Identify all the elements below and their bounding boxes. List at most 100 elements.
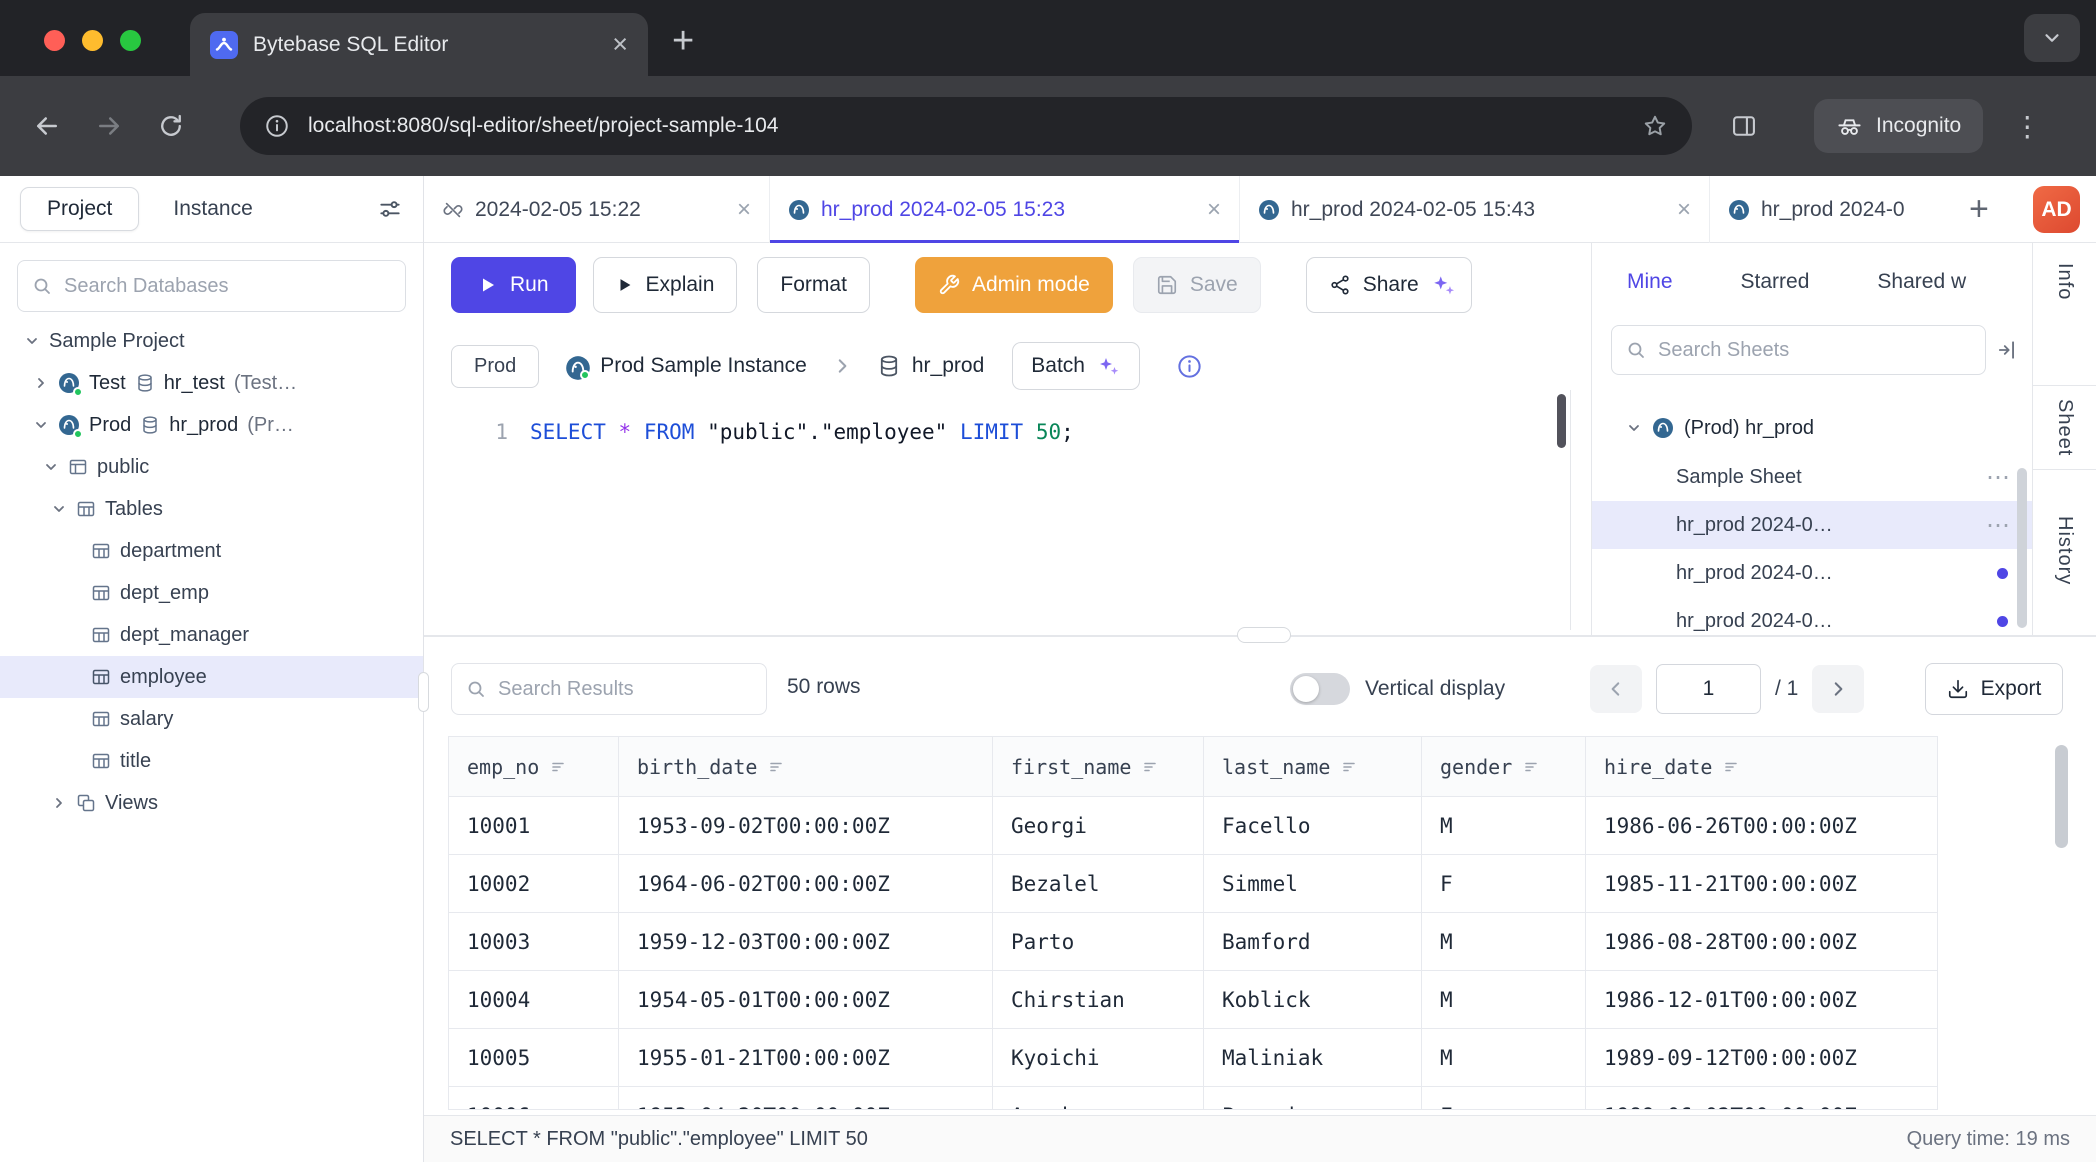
back-button[interactable] bbox=[16, 111, 78, 141]
tree-item-schema-public[interactable]: public bbox=[0, 446, 423, 488]
ai-sparkles-icon[interactable] bbox=[1431, 272, 1457, 298]
close-window-button[interactable] bbox=[44, 30, 65, 51]
editor-scrollbar[interactable] bbox=[1557, 394, 1566, 448]
sheet-item[interactable]: hr_prod 2024-0… bbox=[1592, 549, 2032, 597]
tab-search-button[interactable] bbox=[2024, 14, 2080, 62]
reload-button[interactable] bbox=[140, 112, 202, 140]
tree-item-table-title[interactable]: title bbox=[0, 740, 423, 782]
sheet-tab-4[interactable]: hr_prod 2024-0 bbox=[1710, 176, 1955, 243]
table-row[interactable]: 10001 1953-09-02T00:00:00Z Georgi Facell… bbox=[449, 797, 1937, 855]
user-avatar[interactable]: AD bbox=[2033, 186, 2080, 233]
batch-button[interactable]: Batch bbox=[1012, 342, 1140, 390]
close-sheet-icon[interactable]: × bbox=[1207, 198, 1221, 222]
filter-settings-button[interactable] bbox=[377, 196, 403, 222]
browser-menu-button[interactable]: ⋮ bbox=[2013, 110, 2041, 143]
url-text[interactable]: localhost:8080/sql-editor/sheet/project-… bbox=[308, 114, 1624, 138]
tree-item-prod-instance[interactable]: Prod hr_prod (Pr… bbox=[0, 404, 423, 446]
tab-info[interactable]: Info bbox=[2033, 243, 2096, 385]
sort-icon[interactable] bbox=[1341, 759, 1357, 775]
sheet-item[interactable]: Sample Sheet ⋯ bbox=[1592, 453, 2032, 501]
sort-icon[interactable] bbox=[1723, 759, 1739, 775]
prev-page-button[interactable] bbox=[1590, 665, 1642, 713]
sheet-item-selected[interactable]: hr_prod 2024-0… ⋯ bbox=[1592, 501, 2032, 549]
vertical-display-toggle[interactable] bbox=[1290, 673, 1350, 705]
tree-item-views[interactable]: Views bbox=[0, 782, 423, 824]
panel-scrollbar[interactable] bbox=[2017, 468, 2027, 628]
tab-mine[interactable]: Mine bbox=[1627, 270, 1673, 294]
tree-item-project[interactable]: Sample Project bbox=[0, 320, 423, 362]
column-header[interactable]: last_name bbox=[1204, 737, 1422, 797]
tab-sheet[interactable]: Sheet bbox=[2033, 385, 2096, 470]
status-bar: SELECT * FROM "public"."employee" LIMIT … bbox=[424, 1115, 2096, 1162]
column-header[interactable]: gender bbox=[1422, 737, 1586, 797]
format-button[interactable]: Format bbox=[757, 257, 870, 313]
site-info-icon[interactable] bbox=[264, 113, 290, 139]
sort-icon[interactable] bbox=[1523, 759, 1539, 775]
tab-project[interactable]: Project bbox=[20, 187, 139, 231]
sort-icon[interactable] bbox=[550, 759, 566, 775]
next-page-button[interactable] bbox=[1812, 665, 1864, 713]
sheet-search[interactable] bbox=[1611, 325, 1986, 375]
side-panel-button[interactable] bbox=[1730, 112, 1758, 140]
column-header[interactable]: birth_date bbox=[619, 737, 993, 797]
tree-item-table-salary[interactable]: salary bbox=[0, 698, 423, 740]
sheet-tab-2-active[interactable]: hr_prod 2024-02-05 15:23 × bbox=[770, 176, 1240, 243]
sheet-tab-1[interactable]: 2024-02-05 15:22 × bbox=[424, 176, 770, 243]
tab-history[interactable]: History bbox=[2033, 470, 2096, 636]
tree-item-table-dept-manager[interactable]: dept_manager bbox=[0, 614, 423, 656]
page-number-input[interactable] bbox=[1656, 664, 1761, 714]
run-button[interactable]: Run bbox=[451, 257, 576, 313]
bookmark-star-icon[interactable] bbox=[1642, 113, 1668, 139]
close-sheet-icon[interactable]: × bbox=[1677, 198, 1691, 222]
table-row[interactable]: 10003 1959-12-03T00:00:00Z Parto Bamford… bbox=[449, 913, 1937, 971]
database-name[interactable]: hr_prod bbox=[912, 354, 984, 378]
tree-item-tables[interactable]: Tables bbox=[0, 488, 423, 530]
browser-tab[interactable]: Bytebase SQL Editor × bbox=[190, 13, 648, 76]
column-header[interactable]: emp_no bbox=[449, 737, 619, 797]
table-row[interactable]: 10006 1953-04-20T00:00:00Z Anneke Preusi… bbox=[449, 1087, 1937, 1110]
sheet-item[interactable]: hr_prod 2024-0… bbox=[1592, 597, 2032, 636]
sql-editor[interactable]: 1 SELECT * FROM "public"."employee" LIMI… bbox=[424, 396, 1570, 636]
new-sheet-button[interactable]: + bbox=[1969, 192, 1989, 226]
address-bar[interactable]: localhost:8080/sql-editor/sheet/project-… bbox=[240, 97, 1692, 155]
save-button[interactable]: Save bbox=[1133, 257, 1261, 313]
sheet-tab-3[interactable]: hr_prod 2024-02-05 15:43 × bbox=[1240, 176, 1710, 243]
results-search-input[interactable] bbox=[498, 678, 752, 701]
export-button[interactable]: Export bbox=[1925, 663, 2063, 715]
sort-icon[interactable] bbox=[768, 759, 784, 775]
admin-mode-button[interactable]: Admin mode bbox=[915, 257, 1113, 313]
tab-shared[interactable]: Shared w bbox=[1877, 270, 1966, 294]
results-scrollbar[interactable] bbox=[2055, 745, 2068, 848]
new-tab-button[interactable]: + bbox=[672, 22, 694, 60]
tree-item-table-department[interactable]: department bbox=[0, 530, 423, 572]
tree-item-test-instance[interactable]: Test hr_test (Test… bbox=[0, 362, 423, 404]
table-row[interactable]: 10004 1954-05-01T00:00:00Z Chirstian Kob… bbox=[449, 971, 1937, 1029]
database-search-input[interactable] bbox=[64, 275, 391, 298]
more-actions-icon[interactable]: ⋯ bbox=[1986, 463, 2012, 492]
maximize-window-button[interactable] bbox=[120, 30, 141, 51]
sheet-group[interactable]: (Prod) hr_prod bbox=[1592, 403, 2032, 453]
tree-item-table-employee[interactable]: employee bbox=[0, 656, 423, 698]
explain-button[interactable]: Explain bbox=[593, 257, 738, 313]
minimize-window-button[interactable] bbox=[82, 30, 103, 51]
info-icon[interactable] bbox=[1176, 353, 1203, 380]
sheet-search-input[interactable] bbox=[1658, 339, 1971, 362]
close-sheet-icon[interactable]: × bbox=[737, 198, 751, 222]
share-button[interactable]: Share bbox=[1306, 257, 1472, 313]
column-header[interactable]: hire_date bbox=[1586, 737, 1937, 797]
collapse-panel-button[interactable] bbox=[1996, 339, 2018, 361]
tree-item-table-dept-emp[interactable]: dept_emp bbox=[0, 572, 423, 614]
tab-starred[interactable]: Starred bbox=[1741, 270, 1810, 294]
table-row[interactable]: 10005 1955-01-21T00:00:00Z Kyoichi Malin… bbox=[449, 1029, 1937, 1087]
results-search[interactable] bbox=[451, 663, 767, 715]
sort-icon[interactable] bbox=[1142, 759, 1158, 775]
more-actions-icon[interactable]: ⋯ bbox=[1986, 511, 2012, 540]
forward-button[interactable] bbox=[78, 111, 140, 141]
instance-name[interactable]: Prod Sample Instance bbox=[600, 354, 807, 378]
sql-code-line[interactable]: SELECT * FROM "public"."employee" LIMIT … bbox=[530, 420, 1074, 444]
tab-instance[interactable]: Instance bbox=[173, 197, 252, 221]
column-header[interactable]: first_name bbox=[993, 737, 1204, 797]
table-row[interactable]: 10002 1964-06-02T00:00:00Z Bezalel Simme… bbox=[449, 855, 1937, 913]
database-search[interactable] bbox=[17, 260, 406, 312]
close-tab-icon[interactable]: × bbox=[612, 31, 628, 58]
